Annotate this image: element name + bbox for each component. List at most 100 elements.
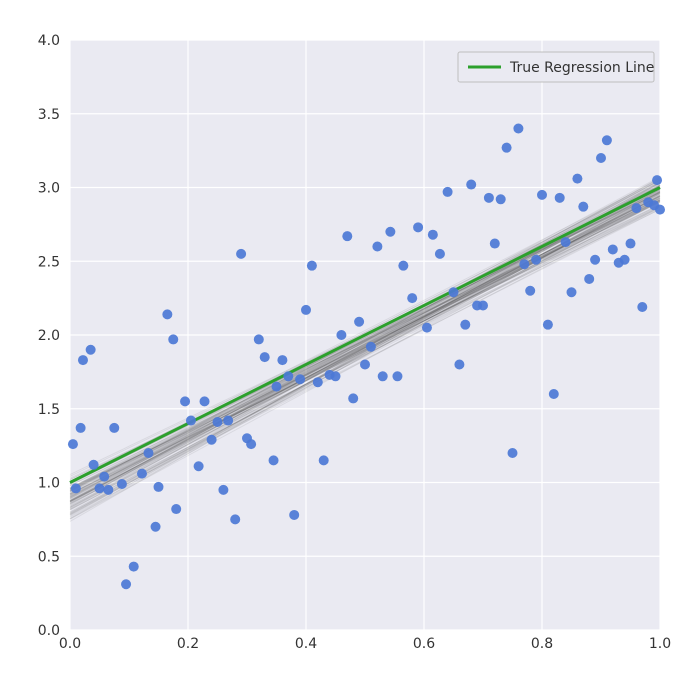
data-point bbox=[466, 180, 476, 190]
data-point bbox=[398, 261, 408, 271]
data-point bbox=[385, 227, 395, 237]
x-tick-label: 0.2 bbox=[177, 636, 199, 652]
data-point bbox=[392, 371, 402, 381]
data-point bbox=[254, 334, 264, 344]
data-point bbox=[378, 371, 388, 381]
data-point bbox=[117, 479, 127, 489]
data-point bbox=[435, 249, 445, 259]
data-point bbox=[109, 423, 119, 433]
data-point bbox=[449, 287, 459, 297]
data-point bbox=[422, 323, 432, 333]
scatter-regression-chart: True Regression Line 0.00.20.40.60.81.0 … bbox=[0, 0, 700, 700]
legend: True Regression Line bbox=[458, 52, 654, 82]
data-point bbox=[218, 485, 228, 495]
data-point bbox=[596, 153, 606, 163]
data-point bbox=[86, 345, 96, 355]
data-point bbox=[608, 244, 618, 254]
data-point bbox=[289, 510, 299, 520]
x-tick-label: 1.0 bbox=[649, 636, 671, 652]
data-point bbox=[626, 239, 636, 249]
data-point bbox=[319, 455, 329, 465]
data-point bbox=[162, 309, 172, 319]
data-point bbox=[194, 461, 204, 471]
data-point bbox=[168, 334, 178, 344]
data-point bbox=[200, 396, 210, 406]
x-tick-label: 0.6 bbox=[413, 636, 435, 652]
data-point bbox=[578, 202, 588, 212]
data-point bbox=[342, 231, 352, 241]
data-point bbox=[631, 203, 641, 213]
data-point bbox=[652, 175, 662, 185]
data-point bbox=[655, 205, 665, 215]
y-tick-label: 0.0 bbox=[38, 623, 60, 639]
data-point bbox=[331, 371, 341, 381]
data-point bbox=[502, 143, 512, 153]
data-point bbox=[543, 320, 553, 330]
data-point bbox=[555, 193, 565, 203]
data-point bbox=[223, 416, 233, 426]
y-tick-label: 2.5 bbox=[38, 254, 60, 270]
data-point bbox=[549, 389, 559, 399]
data-point bbox=[295, 374, 305, 384]
data-point bbox=[478, 301, 488, 311]
data-point bbox=[336, 330, 346, 340]
chart-container: True Regression Line 0.00.20.40.60.81.0 … bbox=[0, 0, 700, 700]
data-point bbox=[213, 417, 223, 427]
data-point bbox=[99, 472, 109, 482]
x-tick-label: 0.4 bbox=[295, 636, 317, 652]
legend-entry-label: True Regression Line bbox=[509, 60, 654, 76]
data-point bbox=[151, 522, 161, 532]
data-point bbox=[572, 174, 582, 184]
data-point bbox=[103, 485, 113, 495]
y-tick-label: 1.0 bbox=[38, 476, 60, 492]
data-point bbox=[561, 237, 571, 247]
x-tick-label: 0.0 bbox=[59, 636, 81, 652]
y-tick-label: 4.0 bbox=[38, 33, 60, 49]
data-point bbox=[129, 562, 139, 572]
data-point bbox=[413, 222, 423, 232]
data-point bbox=[313, 377, 323, 387]
data-point bbox=[272, 382, 282, 392]
data-point bbox=[407, 293, 417, 303]
plot-area: True Regression Line bbox=[68, 40, 665, 630]
data-point bbox=[171, 504, 181, 514]
data-point bbox=[68, 439, 78, 449]
data-point bbox=[348, 393, 358, 403]
data-point bbox=[277, 355, 287, 365]
data-point bbox=[143, 448, 153, 458]
data-point bbox=[121, 579, 131, 589]
x-tick-label: 0.8 bbox=[531, 636, 553, 652]
y-tick-label: 0.5 bbox=[38, 549, 60, 565]
y-tick-label: 2.0 bbox=[38, 328, 60, 344]
data-point bbox=[602, 135, 612, 145]
data-point bbox=[236, 249, 246, 259]
data-point bbox=[508, 448, 518, 458]
data-point bbox=[76, 423, 86, 433]
data-point bbox=[496, 194, 506, 204]
data-point bbox=[531, 255, 541, 265]
data-point bbox=[620, 255, 630, 265]
y-tick-label: 3.0 bbox=[38, 181, 60, 197]
data-point bbox=[186, 416, 196, 426]
data-point bbox=[246, 439, 256, 449]
data-point bbox=[460, 320, 470, 330]
data-point bbox=[71, 483, 81, 493]
data-point bbox=[95, 483, 105, 493]
data-point bbox=[484, 193, 494, 203]
data-point bbox=[301, 305, 311, 315]
data-point bbox=[260, 352, 270, 362]
y-tick-label: 1.5 bbox=[38, 402, 60, 418]
data-point bbox=[590, 255, 600, 265]
data-point bbox=[89, 460, 99, 470]
data-point bbox=[78, 355, 88, 365]
data-point bbox=[637, 302, 647, 312]
data-point bbox=[584, 274, 594, 284]
x-axis-ticks: 0.0 0.2 0.4 0.6 0.8 1.0 bbox=[59, 636, 671, 652]
data-point bbox=[454, 360, 464, 370]
data-point bbox=[354, 317, 364, 327]
data-point bbox=[490, 239, 500, 249]
data-point bbox=[137, 469, 147, 479]
data-point bbox=[567, 287, 577, 297]
data-point bbox=[154, 482, 164, 492]
data-point bbox=[230, 514, 240, 524]
